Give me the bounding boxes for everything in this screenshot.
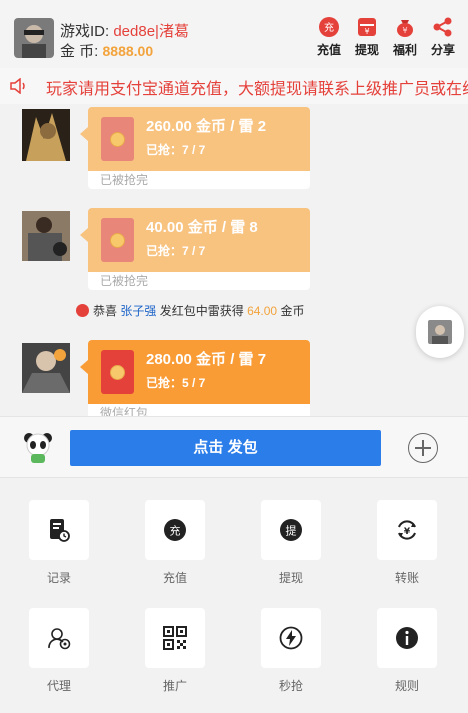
svg-text:充: 充 [324,21,334,34]
menu-label: 推广 [162,679,187,693]
recharge-icon: 充 [319,17,339,37]
header-share-label: 分享 [430,43,455,57]
menu-label: 规则 [394,679,419,693]
svg-text:充: 充 [170,524,181,538]
svg-text:¥: ¥ [364,27,369,36]
menu-item-quick-grab[interactable]: 秒抢 [260,608,322,694]
menu-label: 充值 [162,571,187,585]
win-prefix: 恭喜 [93,304,118,318]
sender-avatar[interactable] [22,109,70,161]
game-id-row: 游戏ID: ded8e|渚葛 [60,20,189,41]
svg-text:提: 提 [286,525,297,538]
sender-avatar[interactable] [22,211,70,261]
header-withdraw-label: 提现 [354,43,379,57]
menu-item-agent[interactable]: 代理 [28,608,90,694]
notice-bar: 玩家请用支付宝通道充值，大额提现请联系上级推广员或在线客服 [0,68,468,104]
red-packet-body: 280.00 金币 / 雷 7 已抢：5 / 7 [88,340,310,404]
red-packet-grabbed: 已抢：7 / 7 [146,244,206,258]
win-middle: 发红包中雷获得 [159,304,244,318]
floating-avatar-button[interactable] [416,306,464,358]
lightning-icon [279,626,303,650]
floating-avatar [428,320,452,344]
bubble-arrow [80,228,88,242]
welfare-bag-icon: ¥ [397,20,413,37]
red-packet-amount: 280.00 金币 / 雷 7 [146,351,267,368]
send-bar: 点击 发包 [0,416,468,478]
bubble-arrow [80,127,88,141]
red-packet-amount: 40.00 金币 / 雷 8 [146,219,258,236]
red-packet-small-icon [76,304,89,317]
red-packet-icon [101,350,134,394]
win-amount: 64.00 [247,304,278,318]
red-packet-status: 已被抢完 [88,171,310,189]
coin-balance: 8888.00 [102,43,154,59]
red-packet-grabbed: 已抢：7 / 7 [146,143,206,157]
win-notice: 恭喜 张子强 发红包中雷获得 64.00 金币 [76,302,304,319]
bubble-arrow [80,360,88,374]
menu-label: 记录 [46,571,71,585]
user-avatar[interactable] [14,18,54,58]
red-packet-grabbed: 已抢：5 / 7 [146,376,206,390]
function-menu: 记录 充 充值 提 提现 ¥ 转账 代理 推广 秒抢 规则 [0,478,468,713]
game-id-value: ded8e|渚葛 [113,23,189,40]
recharge-icon: 充 [164,519,186,541]
info-icon [396,627,418,649]
red-packet-bubble[interactable]: 260.00 金币 / 雷 2 已抢：7 / 7 已被抢完 [88,107,310,189]
sender-avatar[interactable] [22,343,70,393]
header-welfare-label: 福利 [392,43,417,57]
agent-icon [48,628,71,650]
menu-item-recharge[interactable]: 充 充值 [144,500,206,586]
header-welfare-button[interactable]: ¥ 福利 [386,16,424,58]
menu-item-rules[interactable]: 规则 [376,608,438,694]
red-packet-bubble[interactable]: 40.00 金币 / 雷 8 已抢：7 / 7 已被抢完 [88,208,310,290]
send-red-packet-button[interactable]: 点击 发包 [70,430,381,466]
red-packet-icon [101,117,134,161]
menu-item-record[interactable]: 记录 [28,500,90,586]
header: 游戏ID: ded8e|渚葛 金 币: 8888.00 充 充值 ¥ 提现 ¥ … [0,0,468,68]
qrcode-icon [163,626,187,650]
withdraw-icon: 提 [280,519,302,541]
red-packet-body: 260.00 金币 / 雷 2 已抢：7 / 7 [88,107,310,171]
notice-text: 玩家请用支付宝通道充值，大额提现请联系上级推广员或在线客服 [46,81,468,98]
withdraw-icon: ¥ [358,18,376,36]
share-icon [433,17,452,37]
record-icon [50,519,70,542]
header-withdraw-button[interactable]: ¥ 提现 [348,16,386,58]
menu-item-promote[interactable]: 推广 [144,608,206,694]
transfer-icon: ¥ [398,520,416,540]
header-actions: 充 充值 ¥ 提现 ¥ 福利 分享 [310,16,462,58]
header-recharge-label: 充值 [316,43,341,57]
speaker-icon [10,78,25,94]
win-suffix: 金币 [280,304,305,318]
winner-name: 张子强 [120,304,157,318]
game-id-label: 游戏ID: [60,23,110,40]
header-recharge-button[interactable]: 充 充值 [310,16,348,58]
menu-label: 秒抢 [278,679,303,693]
red-packet-bubble[interactable]: 280.00 金币 / 雷 7 已抢：5 / 7 微信红包 [88,340,310,416]
red-packet-status: 微信红包 [88,404,310,416]
red-packet-amount: 260.00 金币 / 雷 2 [146,118,267,135]
plus-icon[interactable] [408,433,438,463]
menu-label: 提现 [278,571,303,585]
header-share-button[interactable]: 分享 [424,16,462,58]
red-packet-body: 40.00 金币 / 雷 8 已抢：7 / 7 [88,208,310,272]
panda-icon[interactable] [22,431,54,463]
menu-label: 转账 [394,571,419,585]
menu-label: 代理 [46,679,71,693]
coin-label: 金 币: [60,43,99,60]
menu-item-withdraw[interactable]: 提 提现 [260,500,322,586]
red-packet-status: 已被抢完 [88,272,310,290]
svg-text:¥: ¥ [404,527,411,537]
red-packet-icon [101,218,134,262]
message-list[interactable]: 260.00 金币 / 雷 2 已抢：7 / 7 已被抢完 40.00 金币 /… [0,104,468,416]
menu-item-transfer[interactable]: ¥ 转账 [376,500,438,586]
coin-row: 金 币: 8888.00 [60,40,153,61]
svg-text:¥: ¥ [402,26,407,35]
